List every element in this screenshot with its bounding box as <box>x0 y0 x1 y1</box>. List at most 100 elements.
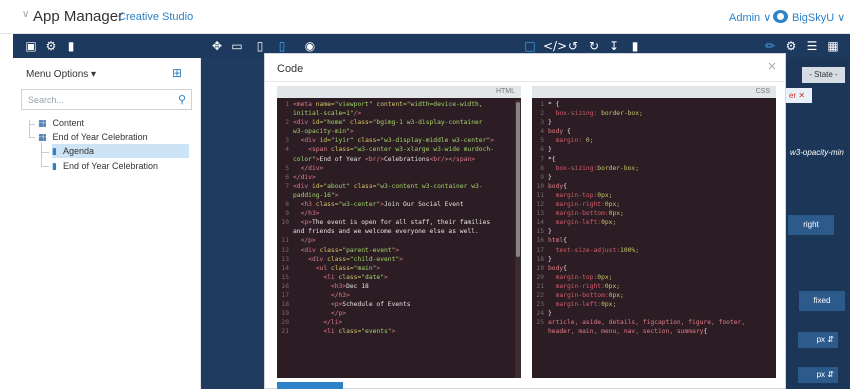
admin-menu[interactable]: Admin ∨ <box>729 11 771 24</box>
right-button[interactable]: right <box>788 215 834 235</box>
code-token: <div <box>293 119 312 127</box>
html-pane[interactable]: HTML 1 <meta name="viewport" content="wid… <box>277 86 521 378</box>
code-line: 21 <li class="events"> <box>277 327 521 336</box>
code-token: margin-right: <box>555 201 605 209</box>
html-code[interactable]: 1 <meta name="viewport" content="width=de… <box>277 100 521 336</box>
code-token: margin-top: <box>555 191 598 199</box>
code-token: * { <box>548 101 560 108</box>
code-line: padding-16"> <box>277 191 521 200</box>
class-tag[interactable]: er ✕ <box>786 88 812 103</box>
save-icon[interactable]: ▣ <box>23 37 39 55</box>
app-root: { "topbar":{"app_title":"App Manager","s… <box>0 0 850 389</box>
line-number: 14 <box>281 264 289 272</box>
code-token: 0; <box>582 137 594 145</box>
close-icon[interactable]: ✕ <box>798 91 805 100</box>
tree-item-celebration[interactable]: ▦ End of Year Celebration <box>38 132 148 146</box>
unit-select[interactable]: px ⇵ <box>798 332 838 348</box>
user-label: BigSkyU <box>792 12 835 24</box>
sort-icon[interactable]: ⊞ <box>172 66 182 80</box>
code-token: Join Our Social Event <box>384 201 464 209</box>
menu-options[interactable]: Menu Options ▾ <box>26 69 96 80</box>
code-line: 18 <p>Schedule of Events <box>277 300 521 309</box>
code-token: "child-event" <box>349 255 400 263</box>
code-line: 10 body{ <box>532 182 776 191</box>
search-input[interactable]: Search... ⚲ <box>21 89 192 110</box>
desktop-icon[interactable]: ▭ <box>229 37 245 55</box>
user-avatar-icon[interactable] <box>773 10 788 23</box>
code-token: class= <box>353 182 377 190</box>
code-line: 2 box-sizing: border-box; <box>532 109 776 118</box>
code-token: <div <box>293 182 312 190</box>
close-icon[interactable]: × <box>767 59 777 73</box>
tree-item-agenda[interactable]: ▮ Agenda <box>52 146 94 160</box>
trash-icon[interactable]: ▮ <box>63 37 79 55</box>
tree-item-celebration-page[interactable]: ▮ End of Year Celebration <box>52 161 158 175</box>
css-code[interactable]: 1 * {2 box-sizing: border-box; 3} 4 body {5 … <box>532 100 776 336</box>
studio-link[interactable]: Creative Studio <box>118 11 193 23</box>
line-number: 21 <box>536 282 544 290</box>
code-token: class= <box>327 255 350 263</box>
code-line: w3-opacity-min"> <box>277 127 521 136</box>
code-token: <ul <box>315 264 331 272</box>
list-icon[interactable]: ☰ <box>804 37 820 55</box>
css-pane[interactable]: CSS 1 * {2 box-sizing: border-box; 3} 4 body… <box>532 86 776 378</box>
line-number: 2 <box>285 119 289 127</box>
code-token: } <box>548 119 552 127</box>
code-token: } <box>548 310 552 318</box>
code-line: 6 </div> <box>277 173 521 182</box>
code-token: <li <box>323 273 339 281</box>
code-token: color" <box>293 155 316 163</box>
line-number: 3 <box>285 137 289 145</box>
code-line: 15 <li class="date"> <box>277 273 521 282</box>
code-token: 0px; <box>604 201 621 209</box>
code-line: 16 html{ <box>532 236 776 245</box>
import-button[interactable] <box>277 382 343 389</box>
code-token: class= <box>349 119 373 127</box>
tree-item-content[interactable]: ▦ Content <box>38 118 84 132</box>
code-line: 19 body{ <box>532 264 776 273</box>
code-token: class= <box>357 137 381 145</box>
scrollbar[interactable] <box>515 100 521 378</box>
code-token: margin-bottom: <box>555 210 609 218</box>
code-line: 7 *{ <box>532 155 776 164</box>
code-token: > <box>384 273 388 281</box>
state-select[interactable]: - State - <box>802 67 845 83</box>
code-line: 1 <meta name="viewport" content="width=de… <box>277 100 521 109</box>
code-line: 18} <box>532 255 776 264</box>
code-line: 17 text-size-adjust:100%; <box>532 246 776 255</box>
fixed-button[interactable]: fixed <box>799 291 845 311</box>
code-line: initial-scale=1"/> <box>277 109 521 118</box>
code-token: body <box>548 128 564 136</box>
code-token: } <box>548 146 552 154</box>
chevron-down-icon[interactable]: ∨ <box>22 9 29 20</box>
blocks-icon[interactable]: ▦ <box>825 37 841 55</box>
code-token: } <box>548 255 552 263</box>
code-line: header, main, menu, nav, section, summar… <box>532 327 776 336</box>
tree-item-label: End of Year Celebration <box>52 132 148 142</box>
line-number: 18 <box>281 301 289 309</box>
code-token: class= <box>338 328 362 336</box>
code-token: "bgimg-1 w3-display-container <box>372 119 483 127</box>
search-icon[interactable]: ⚲ <box>178 93 186 106</box>
user-menu[interactable]: BigSkyU ∨ <box>792 11 845 24</box>
unit-select[interactable]: px ⇵ <box>798 367 838 383</box>
code-token: "events" <box>361 328 392 336</box>
fullscreen-icon[interactable]: ✥ <box>209 37 225 55</box>
tree-item-label: Agenda <box>62 146 94 156</box>
gear-icon[interactable]: ⚙ <box>43 37 59 55</box>
search-placeholder: Search... <box>28 95 65 105</box>
line-number: 5 <box>285 164 289 172</box>
code-token: Dec 18 <box>346 282 369 290</box>
code-token: <div <box>300 137 320 145</box>
code-token: class= <box>330 146 354 154</box>
code-token: <h3> <box>330 282 347 290</box>
code-line: 12 <div class="parent-event"> <box>277 246 521 255</box>
code-token: initial-scale=1" <box>293 110 354 118</box>
code-token: "viewport" <box>334 101 377 108</box>
line-number: 6 <box>285 173 289 181</box>
code-token: 0px; <box>597 273 613 281</box>
line-number: 22 <box>536 291 544 299</box>
